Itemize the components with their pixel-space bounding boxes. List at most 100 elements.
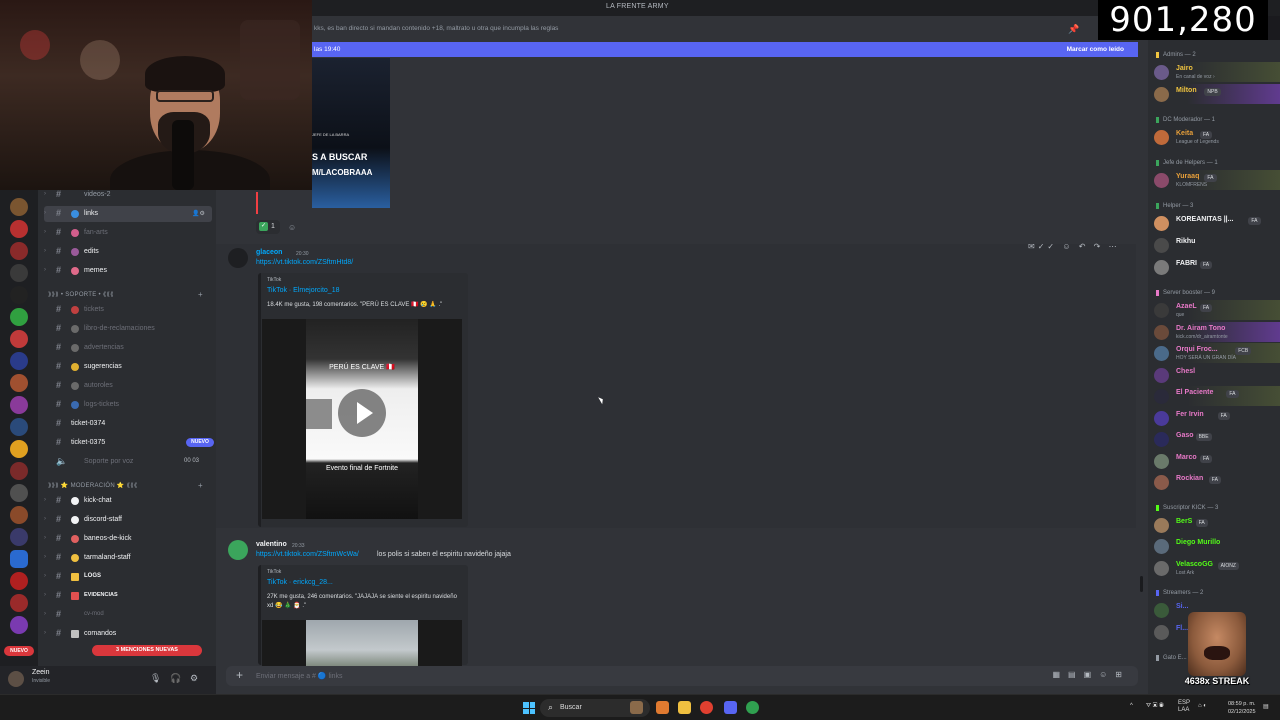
server-icon[interactable] xyxy=(10,528,28,546)
taskbar-clock[interactable]: 08:59 p. m. 02/12/2025 xyxy=(1228,700,1256,716)
avatar[interactable] xyxy=(8,671,24,687)
channel-tickets[interactable]: # tickets xyxy=(44,302,212,318)
server-icon[interactable] xyxy=(10,330,28,348)
chrome-icon[interactable] xyxy=(746,701,759,714)
avatar[interactable] xyxy=(228,248,248,268)
member-item[interactable]: El Paciente FA xyxy=(1148,386,1280,406)
category-moderacion[interactable]: ⟫⟫⟫ ⭐ MODERACIÓN ⭐ ⟪⟪⟪ + xyxy=(48,481,203,490)
server-icon[interactable] xyxy=(10,550,28,568)
server-icon[interactable] xyxy=(10,506,28,524)
channel-discord-staff[interactable]: › # discord-staff xyxy=(44,512,212,528)
member-item[interactable]: Fer Irvin FA xyxy=(1148,408,1280,428)
member-item[interactable]: FABRI FA xyxy=(1148,257,1280,277)
server-icon[interactable] xyxy=(10,484,28,502)
member-item[interactable]: Chesl xyxy=(1148,365,1280,385)
member-item[interactable]: Orqui Froc... FCB HOY SERÁ UN GRAN DÍA xyxy=(1148,343,1280,363)
composer-tools-icons[interactable]: ▦▤▣☺⊞ xyxy=(1052,670,1130,679)
channel-edits[interactable]: › # edits xyxy=(44,244,212,260)
channel-logs[interactable]: › # LOGS xyxy=(44,569,212,585)
message-composer[interactable]: + Enviar mensaje a # 🔵 links ▦▤▣☺⊞ xyxy=(226,666,1138,686)
add-channel-icon[interactable]: + xyxy=(198,481,203,490)
pin-icon[interactable]: 📌 xyxy=(1068,24,1079,35)
embed-title[interactable]: TikTok · erickcg_28... xyxy=(267,579,333,586)
channel-baneos-de-kick[interactable]: › # baneos-de-kick xyxy=(44,531,212,547)
server-icon[interactable] xyxy=(10,418,28,436)
member-item[interactable]: Diego Murillo xyxy=(1148,536,1280,556)
message-author[interactable]: glaceon xyxy=(256,249,282,256)
channel-libro-de-reclamaciones[interactable]: # libro-de-reclamaciones xyxy=(44,321,212,337)
channel-fan-arts[interactable]: › # fan-arts xyxy=(44,225,212,241)
tray-icons[interactable]: ⛛ ▣ ◉ xyxy=(1146,703,1164,710)
embed-title[interactable]: TikTok · Elmejorcito_18 xyxy=(267,287,340,294)
member-item[interactable]: Rikhu xyxy=(1148,235,1280,255)
server-icon[interactable] xyxy=(10,198,28,216)
message-hover-toolbar[interactable]: ✉✓✓ ☺ ↶ ↷ ⋯ xyxy=(1028,242,1120,251)
microphone-icon[interactable]: 🎙 xyxy=(150,673,161,684)
member-item[interactable]: Rockian FA xyxy=(1148,472,1280,492)
folder-icon[interactable] xyxy=(678,701,691,714)
chrome-icon[interactable] xyxy=(700,701,713,714)
discord-icon[interactable] xyxy=(724,701,737,714)
server-icon[interactable] xyxy=(10,286,28,304)
message-link[interactable]: https://vt.tiktok.com/ZSftmWcWa/ xyxy=(256,551,359,558)
user-name[interactable]: Zeein xyxy=(32,669,50,676)
channel-links[interactable]: › # links 👤⚙ xyxy=(44,206,212,222)
member-item[interactable]: Marco FA xyxy=(1148,451,1280,471)
add-channel-icon[interactable]: + xyxy=(198,290,203,299)
member-item[interactable]: Dr. Airam Tono kick.com/dr_airamtonte xyxy=(1148,321,1280,342)
play-icon[interactable] xyxy=(338,389,386,437)
server-icon[interactable] xyxy=(10,462,28,480)
avatar[interactable] xyxy=(228,540,248,560)
channel-sugerencias[interactable]: # sugerencias xyxy=(44,359,212,375)
channel-evidencias[interactable]: › # EVIDENCIAS xyxy=(44,588,212,604)
channel-advertencias[interactable]: # advertencias xyxy=(44,340,212,356)
server-icon[interactable] xyxy=(10,616,28,634)
video-player[interactable]: PERÚ ES CLAVE 🇵🇪 Evento final de Fortnit… xyxy=(262,319,462,519)
message-link[interactable]: https://vt.tiktok.com/ZSftmHtd8/ xyxy=(256,259,353,266)
channel-ticket-0375[interactable]: # ticket-0375 NUEVO xyxy=(44,435,214,451)
new-mentions-badge[interactable]: 3 MENCIONES NUEVAS xyxy=(92,645,202,656)
server-icon[interactable] xyxy=(10,594,28,612)
channel-soporte-por-voz[interactable]: 🔈 Soporte por voz 00 03 xyxy=(44,454,212,470)
member-item[interactable]: Jairo En canal de voz › xyxy=(1148,62,1280,82)
channel-autoroles[interactable]: # autoroles xyxy=(44,378,212,394)
channel-cv-mod[interactable]: › # cv-mod xyxy=(44,607,212,623)
member-item[interactable]: Keita FA League of Legends xyxy=(1148,127,1280,147)
server-icon[interactable] xyxy=(10,374,28,392)
gear-icon[interactable]: ⚙ xyxy=(190,673,198,684)
language-indicator[interactable]: ESP LAA xyxy=(1178,700,1190,714)
channel-comandos[interactable]: › # comandos xyxy=(44,626,212,642)
member-item[interactable]: AzaeL FA que xyxy=(1148,300,1280,320)
channel-ticket-0374[interactable]: # ticket-0374 xyxy=(44,416,212,432)
member-item[interactable]: Milton NPB xyxy=(1148,84,1280,104)
channel-videos-2[interactable]: › # videos-2 xyxy=(44,190,212,203)
add-attachment-icon[interactable]: + xyxy=(236,668,243,682)
category-soporte[interactable]: ⟫⟫⟫ • SOPORTE • ⟪⟪⟪ + xyxy=(48,290,203,299)
server-icon[interactable] xyxy=(10,572,28,590)
new-messages-bar[interactable]: las 19:40 Marcar como leído xyxy=(306,42,1138,57)
video-player[interactable] xyxy=(262,620,462,670)
server-icon[interactable] xyxy=(10,396,28,414)
headphones-icon[interactable]: 🎧 xyxy=(170,673,181,684)
app-icon[interactable] xyxy=(656,701,669,714)
channel-settings-icon[interactable]: 👤⚙ xyxy=(192,210,205,217)
server-icon[interactable] xyxy=(10,308,28,326)
mark-read-button[interactable]: Marcar como leído xyxy=(1067,46,1124,53)
tray-chevron-icon[interactable]: ^ xyxy=(1130,703,1133,709)
tray-system-icons[interactable]: ⌂ ◐ xyxy=(1198,703,1207,709)
member-item[interactable]: VelascoGG AIONZ Lost Ark xyxy=(1148,558,1280,578)
message-author[interactable]: valentino xyxy=(256,541,287,548)
channel-logs-tickets[interactable]: # logs-tickets xyxy=(44,397,212,413)
channel-kick-chat[interactable]: › # kick-chat xyxy=(44,493,212,509)
app-icon[interactable] xyxy=(630,701,643,714)
server-icon[interactable] xyxy=(10,440,28,458)
server-icon[interactable] xyxy=(10,352,28,370)
member-item[interactable]: Gaso BBE xyxy=(1148,429,1280,449)
server-icon[interactable] xyxy=(10,242,28,260)
notification-icon[interactable]: ▤ xyxy=(1263,703,1269,710)
add-reaction-icon[interactable]: ☺ xyxy=(288,223,296,232)
channel-tarmaland-staff[interactable]: › # tarmaland-staff xyxy=(44,550,212,566)
server-icon[interactable] xyxy=(10,220,28,238)
server-icon[interactable] xyxy=(10,264,28,282)
windows-start-icon[interactable] xyxy=(523,702,535,714)
